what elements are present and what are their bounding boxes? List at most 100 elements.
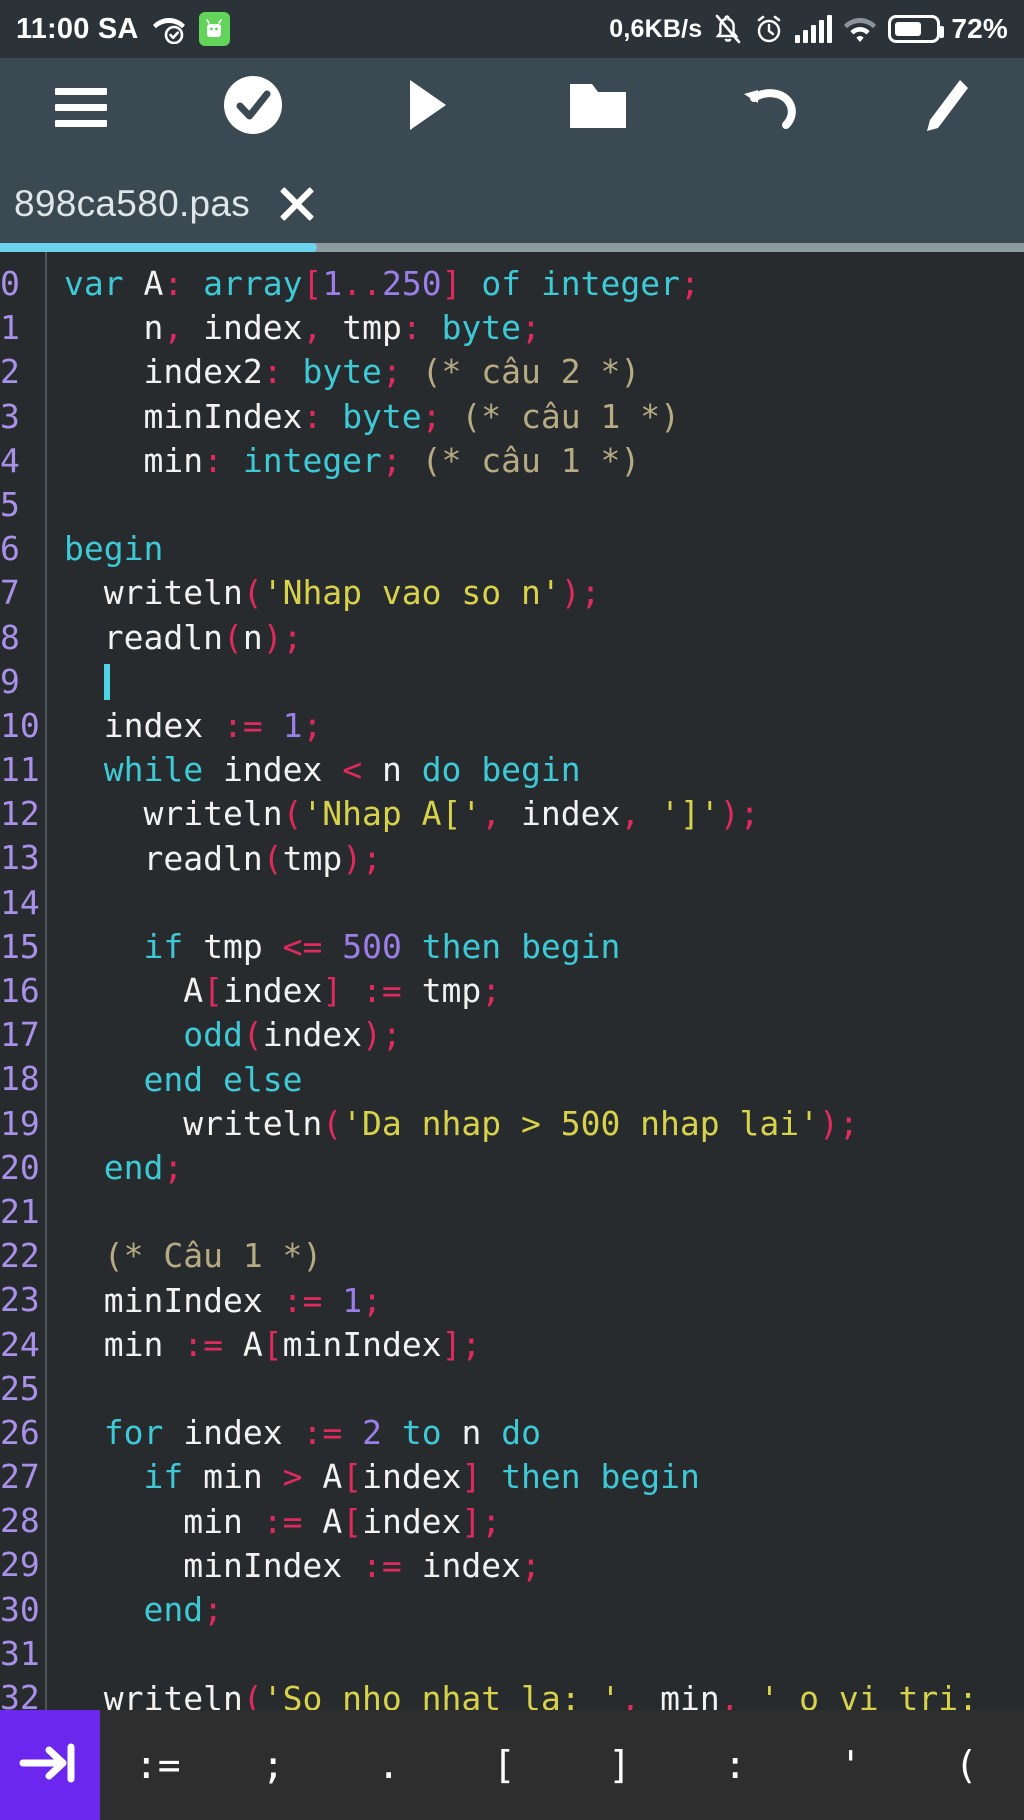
code-line: begin bbox=[64, 529, 164, 569]
close-icon[interactable] bbox=[276, 183, 318, 225]
status-bar-right: 0,6KB/s 72% bbox=[609, 13, 1008, 45]
android-app-icon bbox=[198, 12, 230, 46]
code-line: min: integer; (* câu 1 *) bbox=[143, 440, 641, 480]
code-line: end; bbox=[143, 1590, 223, 1630]
line-number: 31 bbox=[0, 1633, 40, 1673]
code-line bbox=[64, 660, 1024, 704]
code-line: minIndex: byte; (* câu 1 *) bbox=[143, 396, 680, 436]
wifi-icon bbox=[843, 15, 877, 43]
line-number: 3 bbox=[0, 396, 20, 436]
tab-key-button[interactable] bbox=[0, 1710, 100, 1820]
code-line: while index < n do begin bbox=[103, 750, 581, 790]
code-line: writeln('Nhap vao so n'); bbox=[103, 573, 601, 613]
line-number: 10 bbox=[0, 705, 40, 745]
status-bar-left: 11:00 SA bbox=[16, 12, 230, 46]
tab-filename: 898ca580.pas bbox=[14, 183, 251, 224]
line-number: 6 bbox=[0, 529, 20, 569]
line-number: 20 bbox=[0, 1147, 40, 1187]
undo-button[interactable] bbox=[728, 64, 814, 150]
code-line: odd(index); bbox=[183, 1015, 402, 1055]
code-line: minIndex := 1; bbox=[103, 1280, 382, 1320]
line-number: 27 bbox=[0, 1457, 40, 1497]
menu-button[interactable] bbox=[38, 64, 124, 150]
code-content[interactable]: var A: array[1..250] of integer; n, inde… bbox=[47, 252, 1024, 1710]
undo-icon bbox=[738, 76, 804, 139]
hamburger-icon bbox=[55, 87, 107, 127]
code-line: min := A[minIndex]; bbox=[103, 1324, 482, 1364]
line-number: 8 bbox=[0, 617, 20, 657]
phone-screen: 11:00 SA 0,6KB/s 72% 898ca580.pas 0 1 2 … bbox=[0, 0, 1024, 1820]
line-number: 25 bbox=[0, 1368, 40, 1408]
check-circle-icon bbox=[219, 71, 287, 144]
symbol-key[interactable]: := bbox=[100, 1710, 216, 1820]
wifi-check-icon bbox=[152, 14, 186, 45]
status-bar: 11:00 SA 0,6KB/s 72% bbox=[0, 0, 1024, 58]
editor-tab[interactable]: 898ca580.pas bbox=[14, 183, 318, 225]
network-speed: 0,6KB/s bbox=[609, 14, 703, 43]
line-number: 11 bbox=[0, 750, 40, 790]
line-number: 18 bbox=[0, 1059, 40, 1099]
code-line: end else bbox=[143, 1059, 303, 1099]
battery-percent: 72% bbox=[951, 13, 1008, 44]
tab-arrow-icon bbox=[19, 1740, 81, 1791]
code-line: writeln('Nhap A[', index, ']'); bbox=[143, 794, 760, 834]
line-number: 13 bbox=[0, 838, 40, 878]
app-toolbar bbox=[0, 58, 1024, 156]
code-line: index := 1; bbox=[103, 706, 323, 746]
line-number: 9 bbox=[0, 661, 20, 701]
tab-scroll-indicator bbox=[0, 243, 1024, 252]
code-line: for index := 2 to n do bbox=[103, 1413, 541, 1453]
compile-button[interactable] bbox=[210, 64, 296, 150]
code-line: n, index, tmp: byte; bbox=[143, 308, 541, 348]
code-line: min := A[index]; bbox=[183, 1501, 502, 1541]
symbol-keys: := ; . [ ] : ' ( bbox=[100, 1710, 1024, 1820]
code-line: writeln('So nho nhat la: ', min, ' o vi … bbox=[103, 1678, 978, 1711]
line-number-gutter: 0 1 2 3 4 5 6 7 8 9 10 11 12 13 14 15 16… bbox=[0, 252, 47, 1710]
line-number: 0 bbox=[0, 264, 20, 303]
code-editor[interactable]: 0 1 2 3 4 5 6 7 8 9 10 11 12 13 14 15 16… bbox=[0, 252, 1024, 1710]
line-number: 32 bbox=[0, 1678, 40, 1710]
alarm-clock-icon bbox=[754, 14, 784, 44]
line-number: 7 bbox=[0, 573, 20, 613]
code-line: readln(n); bbox=[103, 617, 303, 657]
tab-bar: 898ca580.pas bbox=[0, 156, 1024, 252]
line-number: 30 bbox=[0, 1589, 40, 1629]
code-line: A[index] := tmp; bbox=[183, 971, 502, 1011]
code-line: end; bbox=[103, 1148, 184, 1188]
battery-icon bbox=[888, 15, 945, 43]
code-line: readln(tmp); bbox=[143, 838, 382, 878]
line-number: 1 bbox=[0, 308, 20, 348]
open-file-button[interactable] bbox=[555, 64, 641, 150]
edit-button[interactable] bbox=[900, 64, 986, 150]
line-number: 28 bbox=[0, 1501, 40, 1541]
code-line: writeln('Da nhap > 500 nhap lai'); bbox=[183, 1103, 859, 1143]
symbol-key[interactable]: : bbox=[678, 1710, 794, 1820]
line-number: 19 bbox=[0, 1103, 40, 1143]
line-number: 16 bbox=[0, 971, 40, 1010]
line-number: 26 bbox=[0, 1412, 40, 1452]
code-line: minIndex := index; bbox=[183, 1545, 541, 1585]
symbol-key[interactable]: ] bbox=[562, 1710, 678, 1820]
line-number: 12 bbox=[0, 794, 40, 834]
line-number: 29 bbox=[0, 1545, 40, 1585]
status-time: 11:00 SA bbox=[16, 12, 139, 45]
play-icon bbox=[397, 74, 455, 141]
symbol-toolbar: := ; . [ ] : ' ( bbox=[0, 1710, 1024, 1820]
run-button[interactable] bbox=[383, 64, 469, 150]
symbol-key[interactable]: . bbox=[331, 1710, 447, 1820]
symbol-key[interactable]: [ bbox=[447, 1710, 563, 1820]
symbol-key[interactable]: ( bbox=[909, 1710, 1024, 1820]
line-number: 24 bbox=[0, 1324, 40, 1364]
pencil-icon bbox=[913, 74, 973, 141]
symbol-key[interactable]: ; bbox=[216, 1710, 332, 1820]
line-number: 14 bbox=[0, 882, 40, 922]
symbol-key[interactable]: ' bbox=[793, 1710, 909, 1820]
folder-icon bbox=[565, 76, 631, 139]
line-number: 5 bbox=[0, 484, 20, 524]
line-number: 23 bbox=[0, 1280, 40, 1320]
